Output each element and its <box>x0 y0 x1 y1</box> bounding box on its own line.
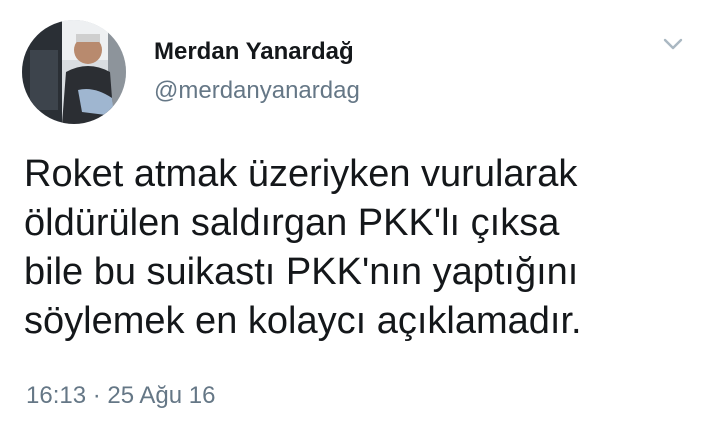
tweet-text-line: bile bu suikastı PKK'nın yaptığını <box>24 251 579 293</box>
tweet-text-line: söylemek en kolaycı açıklamadır. <box>24 300 582 342</box>
more-options-button[interactable] <box>660 34 686 54</box>
profile-photo-icon <box>22 20 126 124</box>
author-handle[interactable]: @merdanyanardag <box>154 77 360 105</box>
tweet-header: Merdan Yanardağ @merdanyanardag <box>154 38 360 105</box>
chevron-down-icon <box>663 38 683 50</box>
tweet-timestamp[interactable]: 16:13 · 25 Ağu 16 <box>26 382 216 410</box>
tweet-text-line: öldürülen saldırgan PKK'lı çıksa <box>24 202 560 244</box>
tweet-text: Roket atmak üzeriyken vurularak öldürüle… <box>24 150 684 346</box>
tweet-text-line: Roket atmak üzeriyken vurularak <box>24 153 578 195</box>
tweet-card: Merdan Yanardağ @merdanyanardag Roket at… <box>0 0 705 435</box>
author-display-name[interactable]: Merdan Yanardağ <box>154 38 360 66</box>
profile-avatar[interactable] <box>22 20 126 124</box>
